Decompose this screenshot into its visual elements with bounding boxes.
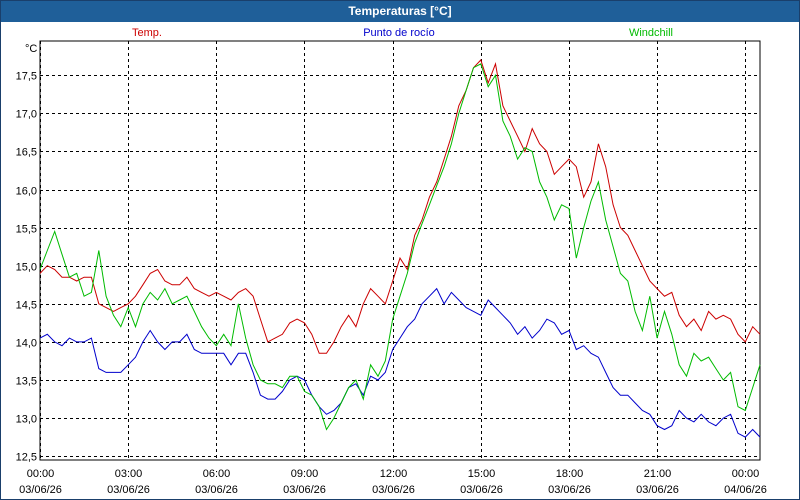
y-tick-label: 17,0 [16,109,37,121]
x-tick-date: 03/06/26 [283,484,326,496]
temperature-chart: 12,5 13,0 13,5 14,0 14,5 15,0 15,5 16,0 16,5 17,0… [16,27,767,496]
y-tick-label: 16,5 [16,147,37,159]
grid [40,41,760,460]
legend-entry-0: Temp. [132,27,162,39]
y-tick-label: 17,5 [16,71,37,83]
x-tick-time: 06:00 [203,468,231,480]
y-tick-label: 15,0 [16,262,37,274]
x-tick-date: 03/06/26 [107,484,150,496]
x-tick-date: 03/06/26 [460,484,503,496]
y-tick-label: 13,5 [16,376,37,388]
legend: Temp. Punto de rocío Windchill [132,27,673,39]
x-tick-date: 03/06/26 [636,484,679,496]
x-tick-date: 03/06/26 [548,484,591,496]
y-tick-label: 14,5 [16,300,37,312]
y-tick-label: 13,0 [16,414,37,426]
legend-entry-1: Punto de rocío [363,27,435,39]
plot-area-border [39,40,761,461]
window-title: Temperaturas [°C] [1,1,799,22]
y-axis-unit: °C [25,43,37,55]
x-tick-time: 09:00 [291,468,319,480]
x-tick-time: 21:00 [644,468,672,480]
y-tick-label: 14,0 [16,338,37,350]
x-tick-time: 18:00 [556,468,584,480]
x-tick-date: 04/06/26 [724,484,767,496]
x-tick-time: 03:00 [115,468,143,480]
x-tick-time: 00:00 [732,468,760,480]
legend-entry-2: Windchill [629,27,673,39]
y-tick-label: 16,0 [16,186,37,198]
x-tick-date: 03/06/26 [372,484,415,496]
x-tick-time: 00:00 [27,468,55,480]
x-tick-date: 03/06/26 [195,484,238,496]
y-tick-label: 12,5 [16,452,37,464]
y-tick-label: 15,5 [16,224,37,236]
chart-window: Temperaturas [°C] 12,5 13,0 13,5 14,0 14,5 15… [0,0,800,500]
x-tick-time: 15:00 [468,468,496,480]
x-tick-date: 03/06/26 [19,484,62,496]
x-tick-time: 12:00 [380,468,408,480]
series-line-2 [39,63,761,431]
